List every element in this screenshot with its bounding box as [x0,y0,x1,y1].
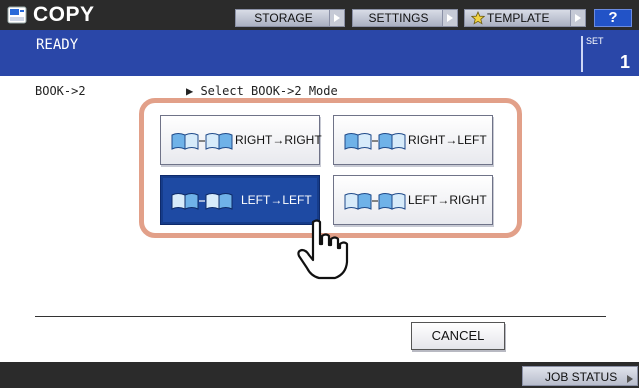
set-label: SET [586,36,604,46]
option-label: RIGHT→LEFT [408,133,487,147]
book-icon [344,193,372,210]
arrow-right-icon [442,10,457,26]
template-button[interactable]: TEMPLATE [464,9,586,27]
arrow-right-icon [627,375,633,383]
status-text: READY [36,37,79,53]
option-label: LEFT→LEFT [241,193,312,207]
template-button-label: TEMPLATE [487,11,550,25]
settings-button-label: SETTINGS [368,11,429,25]
divider [35,316,606,317]
mode-name: BOOK->2 [35,84,86,98]
copier-icon [7,6,27,24]
book-icon [344,133,372,150]
job-status-button[interactable]: JOB STATUS [522,366,638,386]
set-value: 1 [620,52,631,72]
star-icon [471,11,485,25]
book-icon [171,133,199,150]
book-icon [171,193,199,210]
instruction-text: ▶ Select BOOK->2 Mode [186,84,338,98]
option-label: LEFT→RIGHT [408,193,487,207]
help-button[interactable]: ? [594,9,632,27]
settings-button[interactable]: SETTINGS [352,9,458,27]
cancel-button[interactable]: CANCEL [411,322,505,350]
arrow-right-icon [570,10,585,26]
book-icon [378,193,406,210]
job-status-label: JOB STATUS [545,370,618,384]
book-icon [378,133,406,150]
status-bar [0,30,639,76]
hand-pointer-icon [297,219,349,280]
option-left-to-right-button[interactable]: LEFT→RIGHT [333,175,493,225]
option-right-to-right-button[interactable]: RIGHT→RIGHT [160,115,322,165]
storage-button[interactable]: STORAGE [235,9,345,27]
app-title: COPY [33,3,95,26]
book-icon [205,193,233,210]
option-right-to-left-button[interactable]: RIGHT→LEFT [333,115,493,165]
option-label: RIGHT→RIGHT [235,133,322,147]
book-icon [205,133,233,150]
arrow-right-icon [329,10,344,26]
storage-button-label: STORAGE [254,11,313,25]
